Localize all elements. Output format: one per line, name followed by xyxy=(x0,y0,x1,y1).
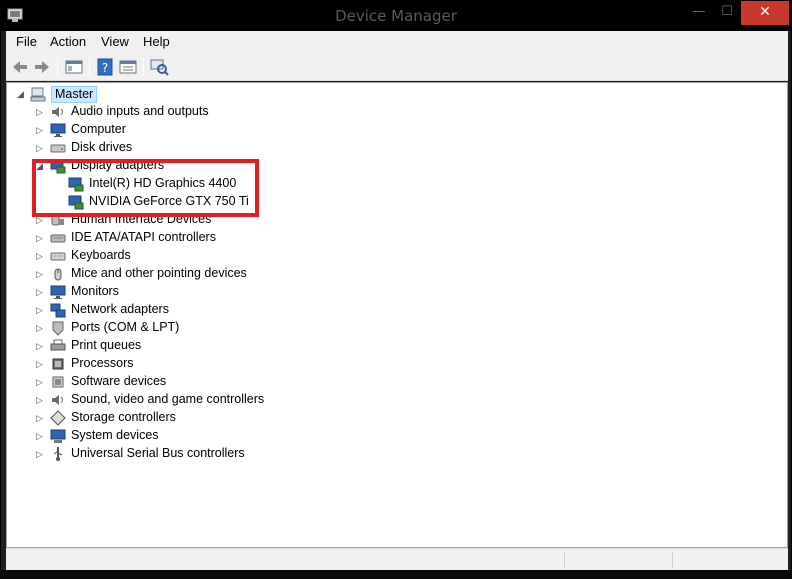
expand-arrow-icon[interactable]: ▷ xyxy=(36,322,46,334)
monitor-icon xyxy=(50,123,66,137)
ide-controller-icon xyxy=(50,234,66,243)
expand-arrow-icon[interactable]: ▷ xyxy=(36,286,46,298)
minimize-button[interactable]: — xyxy=(685,1,713,25)
tree-category-label[interactable]: Ports (COM & LPT) xyxy=(71,320,179,334)
network-icon xyxy=(50,303,66,318)
monitor-icon xyxy=(50,285,66,299)
tree-category-label[interactable]: Computer xyxy=(71,122,126,136)
tree-category[interactable]: ▷ Network adapters xyxy=(7,301,407,319)
tree-category-label[interactable]: Monitors xyxy=(71,284,119,298)
disk-drive-icon xyxy=(50,144,66,153)
computer-icon xyxy=(30,87,46,102)
tree-category-label[interactable]: IDE ATA/ATAPI controllers xyxy=(71,230,216,244)
tree-category-label[interactable]: Storage controllers xyxy=(71,410,176,424)
tree-category[interactable]: ▷ Disk drives xyxy=(7,139,407,157)
speaker-icon xyxy=(52,107,63,117)
tree-category[interactable]: ▷ Processors xyxy=(7,355,407,373)
status-bar xyxy=(6,548,788,570)
tree-category-label[interactable]: Universal Serial Bus controllers xyxy=(71,446,245,460)
port-icon xyxy=(52,321,64,336)
show-hide-console-tree-icon[interactable] xyxy=(64,57,84,77)
svg-text:?: ? xyxy=(102,61,108,75)
tree-category-label[interactable]: Mice and other pointing devices xyxy=(71,266,247,280)
annotation-highlight-box xyxy=(32,159,259,217)
tree-category-label[interactable]: System devices xyxy=(71,428,159,442)
help-icon[interactable]: ? xyxy=(95,57,115,77)
tree-category-label[interactable]: Audio inputs and outputs xyxy=(71,104,209,118)
expand-arrow-icon[interactable]: ▷ xyxy=(36,268,46,280)
storage-controller-icon xyxy=(50,410,66,426)
usb-icon xyxy=(53,447,63,461)
tree-category[interactable]: ▷ Storage controllers xyxy=(7,409,407,427)
window-title: Device Manager xyxy=(335,7,457,25)
title-bar[interactable]: Device Manager — ☐ ✕ xyxy=(1,1,791,31)
toolbar: ? xyxy=(6,53,788,81)
expand-arrow-icon[interactable]: ▷ xyxy=(36,250,46,262)
menu-bar: File Action View Help xyxy=(6,31,788,53)
software-device-icon xyxy=(52,376,64,388)
tree-category[interactable]: ▷ Audio inputs and outputs xyxy=(7,103,407,121)
menu-help[interactable]: Help xyxy=(143,34,170,49)
tree-category-label[interactable]: Processors xyxy=(71,356,134,370)
expand-arrow-icon[interactable]: ▷ xyxy=(36,106,46,118)
expand-arrow-icon[interactable]: ▷ xyxy=(36,412,46,424)
keyboard-icon xyxy=(50,252,66,261)
taskbar-edge xyxy=(0,570,792,579)
device-manager-window: Device Manager — ☐ ✕ File Action View He… xyxy=(0,0,792,579)
status-divider xyxy=(564,552,565,568)
tree-category[interactable]: ▷ Universal Serial Bus controllers xyxy=(7,445,407,463)
expand-arrow-icon[interactable]: ▷ xyxy=(36,376,46,388)
tree-category[interactable]: ▷ Computer xyxy=(7,121,407,139)
tree-category-label[interactable]: Software devices xyxy=(71,374,166,388)
expand-arrow-icon[interactable]: ▷ xyxy=(36,340,46,352)
close-button[interactable]: ✕ xyxy=(741,1,789,25)
system-device-icon xyxy=(50,429,66,443)
menu-action[interactable]: Action xyxy=(50,34,86,49)
expand-arrow-icon[interactable]: ▷ xyxy=(36,232,46,244)
speaker-icon xyxy=(52,395,63,405)
tree-category-label[interactable]: Sound, video and game controllers xyxy=(71,392,264,406)
tree-category-label[interactable]: Keyboards xyxy=(71,248,131,262)
tree-category[interactable]: ▷ Mice and other pointing devices xyxy=(7,265,407,283)
tree-category-label[interactable]: Network adapters xyxy=(71,302,169,316)
back-arrow-icon[interactable] xyxy=(10,57,30,77)
menu-file[interactable]: File xyxy=(16,34,37,49)
processor-icon xyxy=(52,358,64,370)
tree-category[interactable]: ▷ Monitors xyxy=(7,283,407,301)
tree-category[interactable]: ▷ Software devices xyxy=(7,373,407,391)
toolbar-separator xyxy=(89,58,90,76)
expand-arrow-icon[interactable]: ▷ xyxy=(36,394,46,406)
expand-arrow-icon[interactable]: ▷ xyxy=(36,304,46,316)
tree-category[interactable]: ▷ Sound, video and game controllers xyxy=(7,391,407,409)
expand-arrow-icon[interactable]: ▷ xyxy=(36,448,46,460)
tree-category[interactable]: ▷ Keyboards xyxy=(7,247,407,265)
device-tree[interactable]: ◢ Master ▷ Audio inputs and outputs ▷ Compu… xyxy=(6,82,788,548)
mouse-icon xyxy=(54,268,62,281)
tree-category[interactable]: ▷ IDE ATA/ATAPI controllers xyxy=(7,229,407,247)
maximize-button[interactable]: ☐ xyxy=(713,1,741,25)
scan-hardware-changes-icon[interactable] xyxy=(149,57,169,77)
tree-category-label[interactable]: Print queues xyxy=(71,338,141,352)
status-divider xyxy=(672,552,673,568)
expand-arrow-icon[interactable]: ▷ xyxy=(36,430,46,442)
expand-arrow-icon[interactable]: ▷ xyxy=(36,142,46,154)
tree-category[interactable]: ▷ Ports (COM & LPT) xyxy=(7,319,407,337)
properties-icon[interactable] xyxy=(118,57,138,77)
printer-icon xyxy=(50,339,66,351)
tree-category[interactable]: ▷ System devices xyxy=(7,427,407,445)
toolbar-separator xyxy=(57,58,58,76)
menu-view[interactable]: View xyxy=(101,34,129,49)
expand-arrow-icon[interactable]: ▷ xyxy=(36,124,46,136)
tree-root[interactable]: ◢ Master xyxy=(7,85,307,103)
tree-category[interactable]: ▷ Print queues xyxy=(7,337,407,355)
toolbar-separator xyxy=(143,58,144,76)
expand-arrow-icon[interactable]: ▷ xyxy=(36,358,46,370)
forward-arrow-icon[interactable] xyxy=(32,57,52,77)
tree-category-label[interactable]: Disk drives xyxy=(71,140,132,154)
tree-root-label[interactable]: Master xyxy=(51,86,98,103)
collapse-arrow-icon[interactable]: ◢ xyxy=(17,88,27,100)
